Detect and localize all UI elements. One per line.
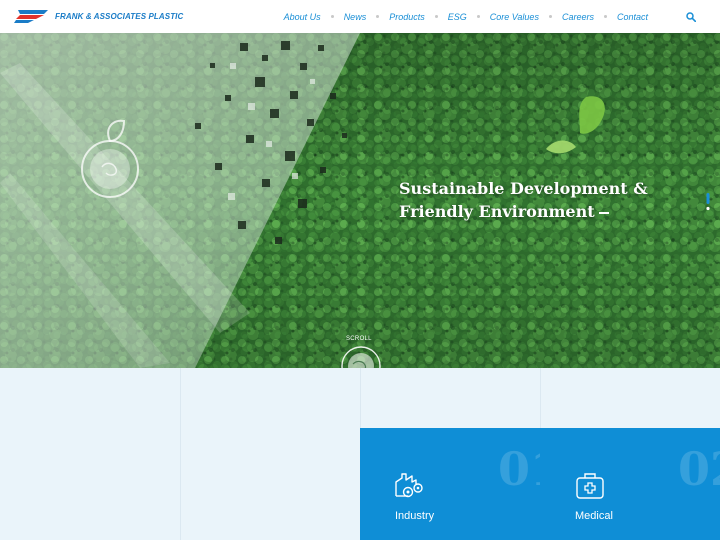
sector-card-medical[interactable]: 02 Medical — [540, 428, 720, 540]
nav-separator — [603, 15, 607, 18]
scroll-label[interactable]: SCROLL — [346, 336, 372, 342]
card-number: 02 — [678, 442, 720, 496]
search-icon[interactable] — [686, 12, 696, 22]
nav-separator — [434, 15, 438, 18]
scroll-globe-icon[interactable] — [341, 346, 381, 368]
main-nav: About Us News Products ESG Core Values C… — [284, 0, 648, 33]
card-number: 01 — [498, 442, 540, 496]
logo[interactable]: FRANK & ASSOCIATES PLASTIC — [14, 8, 183, 24]
nav-esg[interactable]: ESG — [448, 12, 467, 22]
nav-separator — [330, 15, 334, 18]
card-label: Industry — [395, 510, 435, 522]
slider-pagination-indicator[interactable] — [706, 193, 710, 211]
nav-separator — [548, 15, 552, 18]
factory-gear-icon — [395, 473, 423, 498]
medical-kit-icon — [576, 473, 604, 499]
hero-title-line-1: Sustainable Development & — [399, 179, 648, 198]
sector-card-industry[interactable]: 01 Industry — [360, 428, 540, 540]
floating-leaf-icon — [546, 96, 605, 154]
nav-about-us[interactable]: About Us — [284, 12, 321, 22]
nav-separator — [376, 15, 380, 18]
brand-name: FRANK & ASSOCIATES PLASTIC — [55, 11, 184, 21]
nav-separator — [476, 15, 480, 18]
nav-products[interactable]: Products — [389, 12, 425, 22]
logo-flag-icon — [14, 10, 48, 23]
hero-banner: Sustainable Development & Friendly Envir… — [0, 33, 720, 368]
nav-contact[interactable]: Contact — [617, 12, 648, 22]
hero-title-line-2-text: Friendly Environment — [399, 202, 595, 221]
site-header: FRANK & ASSOCIATES PLASTIC About Us News… — [0, 0, 720, 33]
business-sectors: 01 Industry 02 Medical — [0, 368, 720, 540]
column-divider — [180, 368, 181, 540]
nav-news[interactable]: News — [344, 12, 367, 22]
hero-title: Sustainable Development & Friendly Envir… — [399, 177, 659, 223]
nav-core-values[interactable]: Core Values — [490, 12, 539, 22]
nav-careers[interactable]: Careers — [562, 12, 594, 22]
hero-title-line-2: Friendly Environment — [399, 200, 659, 223]
eco-globe-badge-icon — [81, 119, 139, 198]
card-label: Medical — [575, 510, 613, 522]
title-dash — [598, 211, 609, 214]
